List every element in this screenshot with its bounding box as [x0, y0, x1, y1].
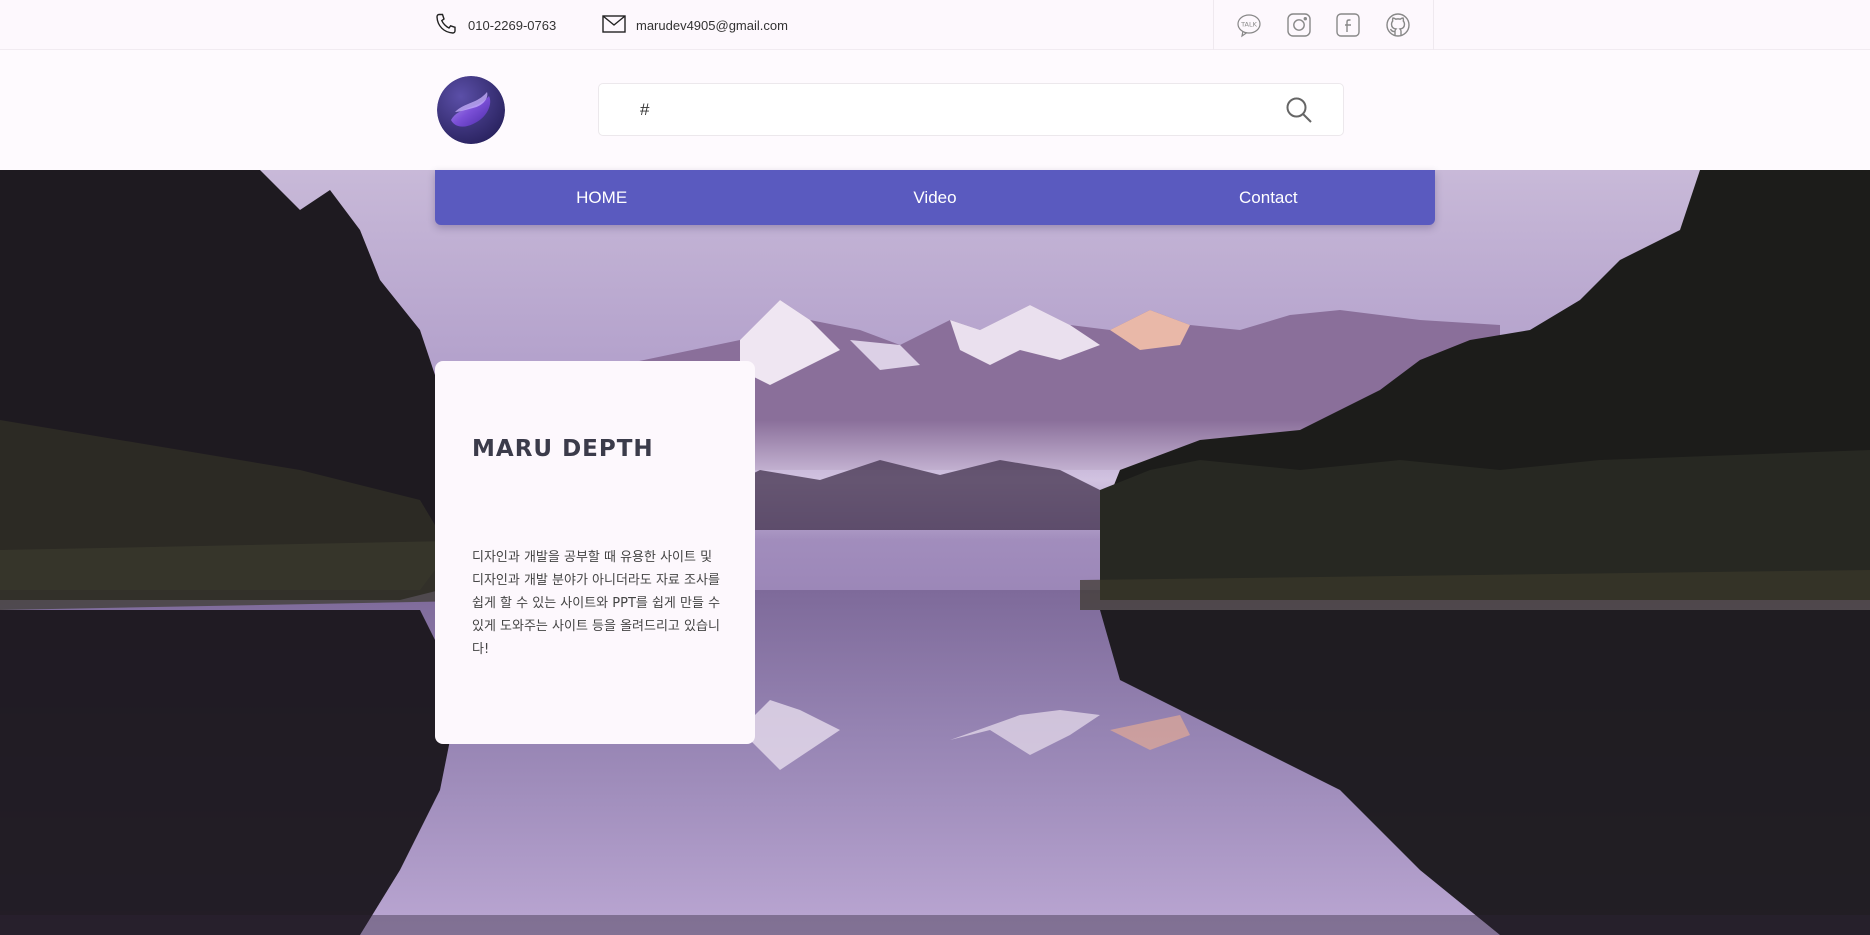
- email-contact[interactable]: marudev4905@gmail.com: [602, 0, 788, 50]
- search-input[interactable]: [599, 84, 1269, 135]
- main-nav: HOME Video Contact: [435, 170, 1435, 225]
- facebook-icon[interactable]: [1335, 12, 1361, 38]
- email-address: marudev4905@gmail.com: [636, 17, 788, 33]
- phone-contact[interactable]: 010-2269-0763: [434, 0, 556, 50]
- svg-text:TALK: TALK: [1240, 21, 1258, 29]
- phone-icon: [434, 12, 458, 39]
- card-description: 디자인과 개발을 공부할 때 유용한 사이트 및 디자인과 개발 분야가 아니더…: [472, 550, 721, 657]
- instagram-icon[interactable]: [1286, 12, 1312, 38]
- github-icon[interactable]: [1385, 12, 1411, 38]
- hero-banner: [0, 170, 1870, 935]
- intro-card: MARU DEPTH 디자인과 개발을 공부할 때 유용한 사이트 및 디자인과…: [435, 361, 755, 744]
- search-icon[interactable]: [1269, 84, 1329, 135]
- nav-home[interactable]: HOME: [435, 170, 768, 225]
- hero-background-image: [0, 170, 1870, 935]
- logo-icon[interactable]: [437, 76, 505, 144]
- phone-number: 010-2269-0763: [468, 17, 557, 33]
- nav-contact[interactable]: Contact: [1102, 170, 1435, 225]
- kakaotalk-icon[interactable]: TALK: [1236, 12, 1262, 38]
- social-links: TALK: [1213, 0, 1434, 50]
- search-bar: [598, 83, 1344, 136]
- card-title: MARU DEPTH: [472, 436, 654, 462]
- nav-video[interactable]: Video: [768, 170, 1101, 225]
- mail-icon: [602, 14, 626, 37]
- header: [0, 50, 1870, 170]
- top-bar: 010-2269-0763 marudev4905@gmail.com TALK: [0, 0, 1870, 50]
